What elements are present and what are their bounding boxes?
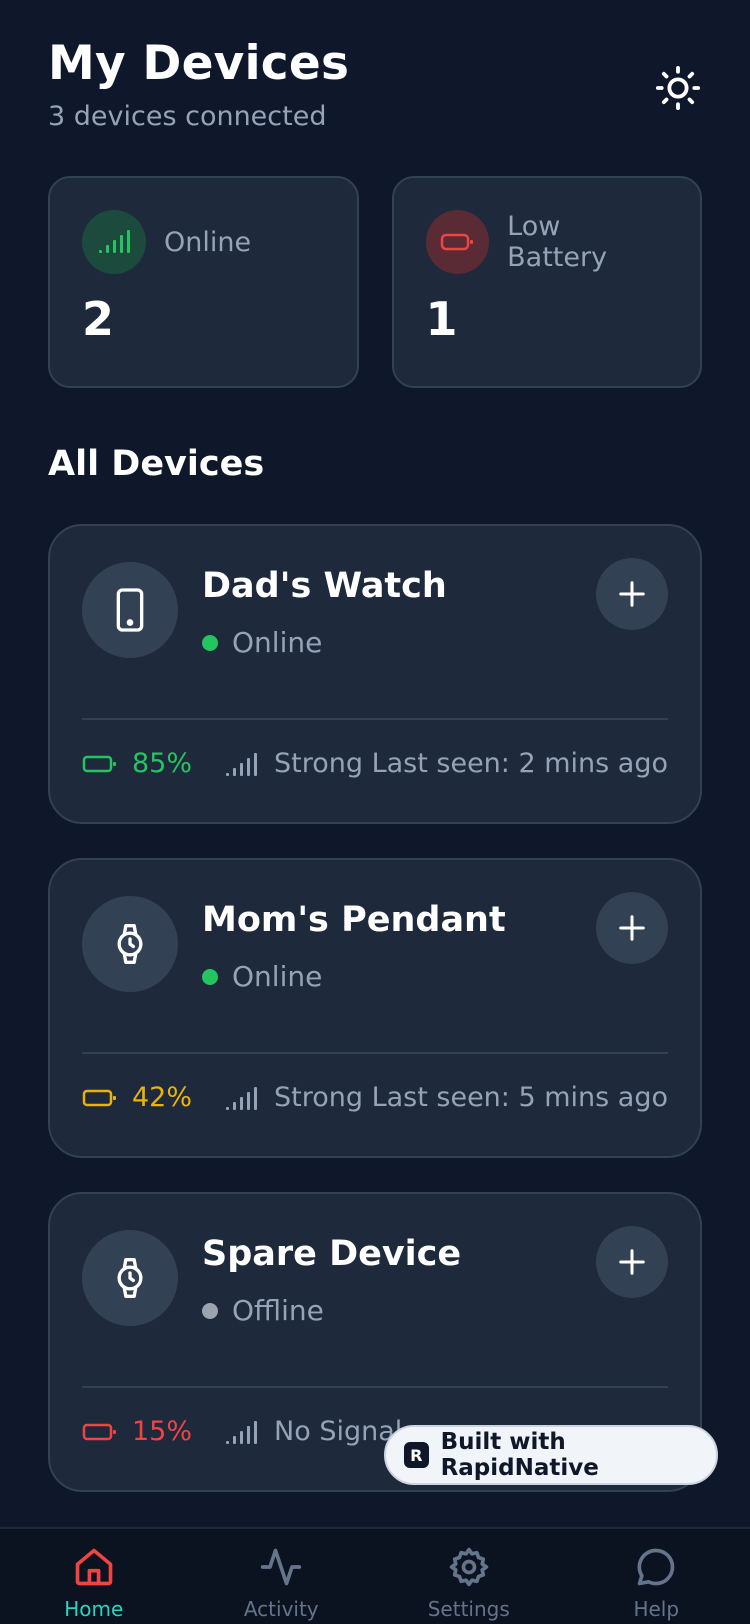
device-name: Spare Device	[202, 1234, 462, 1274]
device-status: Online	[202, 960, 322, 993]
watch-icon	[117, 1258, 143, 1299]
battery-icon	[82, 755, 116, 772]
add-button[interactable]	[596, 892, 668, 964]
battery-icon	[82, 1423, 116, 1440]
gear-icon	[449, 1547, 488, 1587]
stat-value-low-battery: 1	[425, 292, 458, 346]
device-name: Dad's Watch	[202, 566, 447, 606]
signal-label: Strong	[274, 748, 364, 779]
status-dot	[202, 968, 218, 985]
device-card[interactable]: Dad's Watch Online 85% Strong Last seen:…	[48, 524, 702, 824]
theme-toggle-button[interactable]	[654, 64, 702, 112]
plus-icon	[619, 1249, 645, 1275]
page-subtitle: 3 devices connected	[48, 101, 327, 132]
page-title: My Devices	[48, 36, 350, 91]
device-status-label: Online	[232, 960, 323, 993]
device-avatar	[82, 1230, 178, 1326]
battery-info: 42%	[82, 1082, 192, 1113]
device-status: Online	[202, 626, 322, 659]
device-status-label: Offline	[232, 1294, 324, 1327]
rapidnative-logo-icon: R	[404, 1442, 429, 1468]
tab-help[interactable]: Help	[563, 1529, 750, 1624]
watch-icon	[117, 924, 143, 964]
smartphone-icon	[116, 588, 144, 632]
signal-info: Strong	[224, 1082, 363, 1113]
tab-label: Home	[64, 1597, 124, 1621]
stat-label-low-battery: Low Battery	[507, 211, 608, 273]
battery-level: 85%	[132, 748, 193, 779]
tab-label: Settings	[427, 1597, 510, 1621]
signal-icon	[82, 210, 146, 274]
signal-info: No Signal	[224, 1416, 402, 1447]
stat-label-online: Online	[164, 226, 252, 258]
device-status-label: Online	[232, 626, 323, 659]
activity-icon	[261, 1548, 302, 1586]
device-footer: 42% Strong Last seen: 5 mins ago	[82, 1082, 668, 1113]
tab-bar: Home Activity Settings Help	[0, 1527, 750, 1624]
device-status: Offline	[202, 1294, 324, 1327]
last-seen: Last seen: 5 mins ago	[371, 1082, 668, 1113]
plus-icon	[619, 581, 645, 607]
battery-icon	[82, 1089, 116, 1106]
built-with-text: Built with RapidNative	[440, 1429, 599, 1481]
signal-info: Strong	[224, 748, 363, 779]
add-button[interactable]	[596, 558, 668, 630]
signal-icon	[226, 1420, 258, 1444]
sun-icon	[655, 65, 701, 111]
signal-label: Strong	[274, 1082, 364, 1113]
battery-info: 85%	[82, 748, 192, 779]
last-seen: Last seen: 2 mins ago	[371, 748, 668, 779]
battery-info: 15%	[82, 1416, 192, 1447]
stat-value-online: 2	[82, 292, 115, 346]
tab-label: Help	[633, 1597, 680, 1621]
header: My Devices 3 devices connected	[48, 36, 702, 146]
home-icon	[75, 1548, 113, 1586]
section-title: All Devices	[48, 444, 265, 484]
status-dot	[202, 634, 218, 651]
device-name: Mom's Pendant	[202, 900, 506, 940]
device-card[interactable]: Mom's Pendant Online 42% Strong Last see…	[48, 858, 702, 1158]
stat-card-low-battery[interactable]: Low Battery 1	[391, 176, 702, 388]
add-button[interactable]	[596, 1226, 668, 1298]
tab-settings[interactable]: Settings	[375, 1529, 563, 1624]
device-avatar	[82, 896, 178, 992]
plus-icon	[619, 915, 645, 941]
chat-bubble-icon	[637, 1548, 675, 1586]
battery-level: 42%	[132, 1082, 193, 1113]
battery-level: 15%	[132, 1416, 193, 1447]
status-dot	[202, 1302, 218, 1319]
divider	[82, 1052, 668, 1054]
signal-icon	[226, 1086, 258, 1110]
divider	[82, 1386, 668, 1388]
device-avatar	[82, 562, 178, 658]
stat-card-online[interactable]: Online 2	[48, 176, 359, 388]
divider	[82, 718, 668, 720]
signal-icon	[226, 752, 258, 776]
tab-home[interactable]: Home	[0, 1529, 188, 1624]
built-with-badge[interactable]: R Built with RapidNative	[384, 1425, 718, 1485]
tab-activity[interactable]: Activity	[188, 1529, 376, 1624]
battery-icon	[425, 210, 490, 274]
device-footer: 85% Strong Last seen: 2 mins ago	[82, 748, 668, 779]
signal-label: No Signal	[274, 1416, 403, 1447]
tab-label: Activity	[243, 1597, 319, 1621]
stats-row: Online 2 Low Battery 1	[48, 176, 702, 388]
